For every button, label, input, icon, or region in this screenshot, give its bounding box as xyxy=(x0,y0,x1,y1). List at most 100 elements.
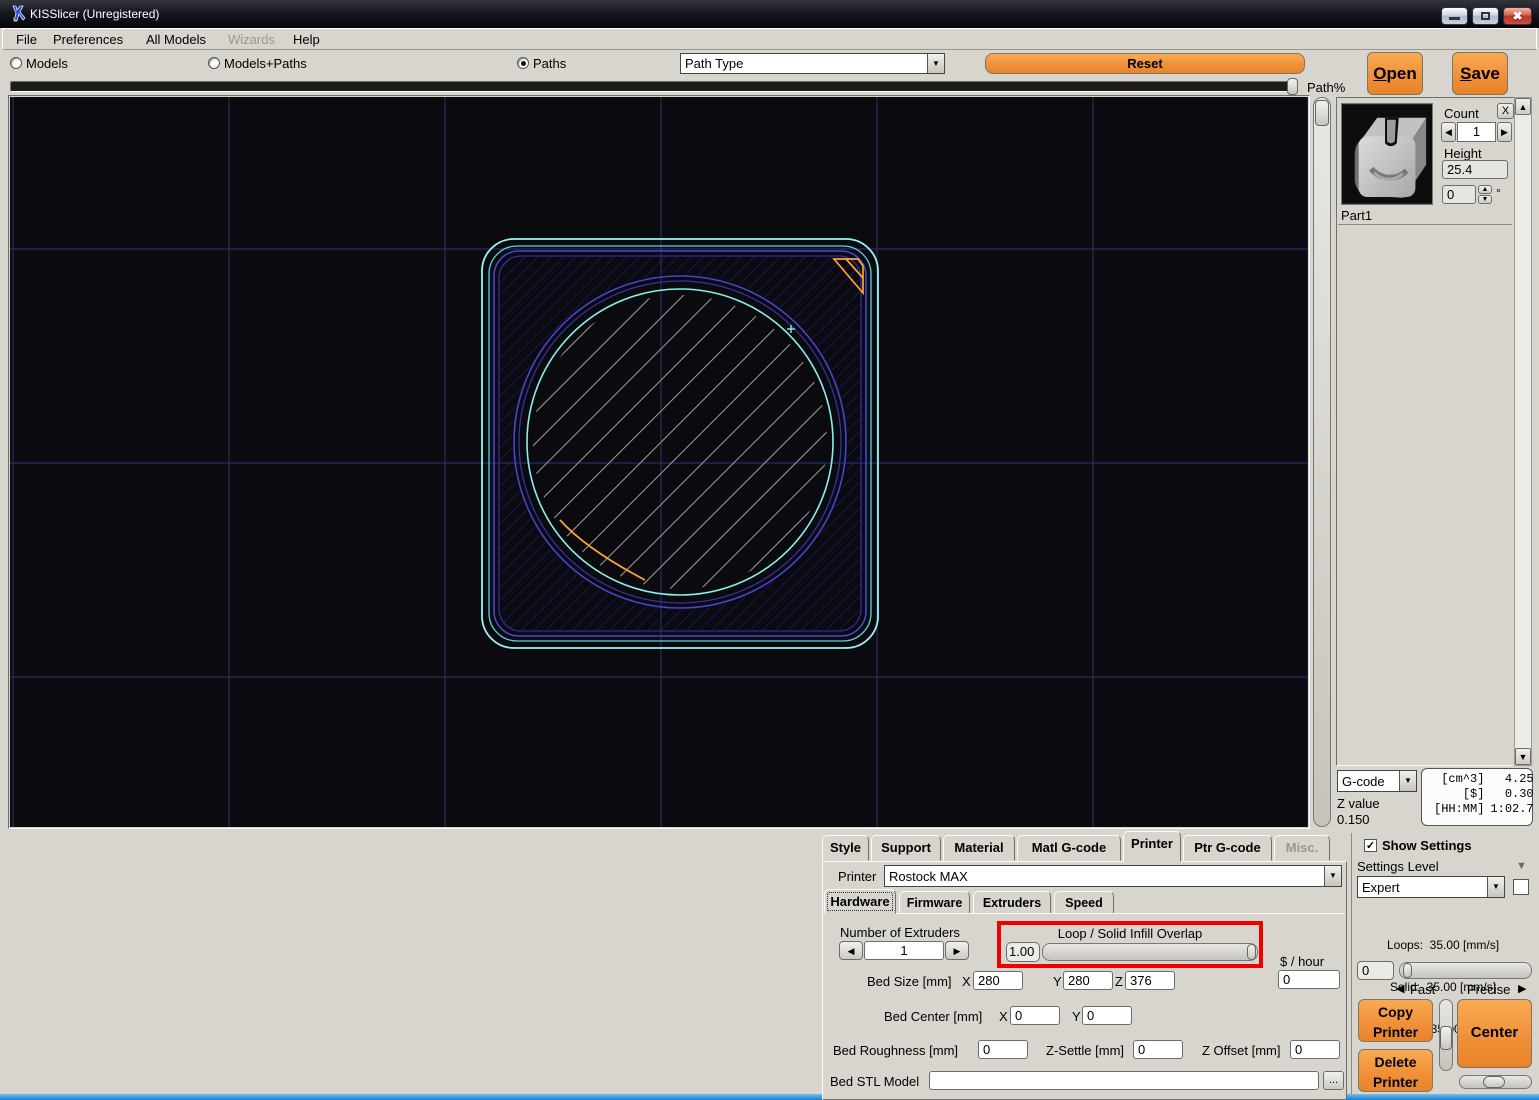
menu-file[interactable]: File xyxy=(16,32,37,47)
bed-size-z-field[interactable]: 376 xyxy=(1125,971,1175,990)
part-thumbnail[interactable] xyxy=(1341,103,1433,205)
height-field[interactable]: 25.4 xyxy=(1442,160,1508,179)
radio-models-paths-label[interactable]: Models+Paths xyxy=(224,56,307,71)
precise-label: Precise xyxy=(1467,982,1511,997)
tab-matl-gcode[interactable]: Matl G-code xyxy=(1017,835,1121,861)
printer-select-label: Printer xyxy=(838,869,877,884)
z-offset-field[interactable]: 0 xyxy=(1290,1040,1340,1059)
radio-paths-label[interactable]: Paths xyxy=(533,56,566,71)
menu-preferences[interactable]: Preferences xyxy=(53,32,123,47)
radio-paths[interactable] xyxy=(517,57,529,69)
rotation-up-button[interactable]: ▲ xyxy=(1478,185,1492,194)
overlap-slider[interactable] xyxy=(1042,943,1258,961)
radio-models-paths[interactable] xyxy=(208,57,220,69)
show-settings-label[interactable]: Show Settings xyxy=(1382,838,1472,853)
chevron-down-icon[interactable]: ▼ xyxy=(927,54,944,73)
maximize-icon xyxy=(1481,12,1490,20)
tab-misc: Misc. xyxy=(1274,835,1330,861)
open-button[interactable]: Open xyxy=(1367,52,1423,95)
num-extruders-decrement[interactable]: ◀ xyxy=(839,941,863,960)
open-label-rest: pen xyxy=(1386,64,1417,83)
rotation-down-button[interactable]: ▼ xyxy=(1478,195,1492,204)
menu-all-models[interactable]: All Models xyxy=(146,32,206,47)
slice-viewport[interactable] xyxy=(10,97,1308,827)
remove-part-button[interactable]: X xyxy=(1497,103,1514,119)
bed-size-x-field[interactable]: 280 xyxy=(973,971,1023,990)
printer-select[interactable]: Rostock MAX ▼ xyxy=(884,865,1342,887)
scroll-up-icon[interactable]: ▲ xyxy=(1515,98,1531,115)
part-name: Part1 xyxy=(1341,208,1373,223)
minimize-button[interactable] xyxy=(1441,7,1468,25)
z-settle-field[interactable]: 0 xyxy=(1133,1040,1183,1059)
fast-precise-slider[interactable] xyxy=(1399,962,1532,979)
count-field[interactable]: 1 xyxy=(1457,122,1496,142)
rotation-field[interactable]: 0 xyxy=(1442,185,1476,204)
tab-support[interactable]: Support xyxy=(871,835,941,861)
maximize-button[interactable] xyxy=(1472,7,1499,25)
settings-level-value: Expert xyxy=(1362,879,1400,895)
chevron-down-icon[interactable]: ▼ xyxy=(1399,771,1416,791)
stat-time-label: [HH:MM] xyxy=(1434,802,1485,816)
path-percent-slider-thumb[interactable] xyxy=(1287,78,1298,95)
part-list-scrollbar[interactable] xyxy=(1514,97,1532,766)
bed-stl-browse-button[interactable]: ... xyxy=(1323,1071,1344,1090)
count-decrement-button[interactable]: ◀ xyxy=(1441,122,1456,142)
scroll-down-icon[interactable]: ▼ xyxy=(1515,748,1531,765)
dollar-hour-field[interactable]: 0 xyxy=(1278,970,1340,989)
bed-center-y-field[interactable]: 0 xyxy=(1082,1006,1132,1025)
collapse-arrow-icon[interactable]: ▼ xyxy=(1516,861,1527,872)
subtab-firmware[interactable]: Firmware xyxy=(899,891,970,914)
minimize-icon xyxy=(1449,17,1460,20)
subtab-hardware[interactable]: Hardware xyxy=(824,889,896,914)
subtab-extruders[interactable]: Extruders xyxy=(973,891,1051,914)
bed-stl-label: Bed STL Model xyxy=(830,1074,920,1089)
tab-material[interactable]: Material xyxy=(943,835,1015,861)
stat-cost-value: 0.30 xyxy=(1504,787,1534,801)
num-extruders-field[interactable]: 1 xyxy=(864,941,944,960)
speed-loops: Loops: 35.00 [mm/s] xyxy=(1386,938,1500,952)
show-settings-checkbox[interactable]: ✓ xyxy=(1364,839,1377,852)
tab-style[interactable]: Style xyxy=(822,835,869,861)
bed-roughness-field[interactable]: 0 xyxy=(978,1040,1028,1059)
center-button[interactable]: Center xyxy=(1457,999,1532,1068)
path-percent-slider[interactable] xyxy=(10,81,1296,92)
title-bar: KISSlicer (Unregistered) ✖ xyxy=(0,0,1539,28)
printer-list-slider-thumb[interactable] xyxy=(1440,1026,1452,1050)
delete-printer-button[interactable]: Delete Printer xyxy=(1358,1049,1433,1092)
reset-button[interactable]: Reset xyxy=(985,53,1305,74)
chevron-down-icon[interactable]: ▼ xyxy=(1324,866,1341,886)
bed-center-x-field[interactable]: 0 xyxy=(1010,1006,1060,1025)
bed-size-y-field[interactable]: 280 xyxy=(1063,971,1113,990)
chevron-down-icon[interactable]: ▼ xyxy=(1487,877,1504,897)
settings-lock-checkbox[interactable] xyxy=(1513,879,1529,895)
close-icon: ✖ xyxy=(1512,9,1523,23)
radio-models-label[interactable]: Models xyxy=(26,56,68,71)
settings-level-select[interactable]: Expert ▼ xyxy=(1357,876,1505,898)
num-extruders-increment[interactable]: ▶ xyxy=(945,941,969,960)
fast-precise-slider-thumb[interactable] xyxy=(1403,963,1412,978)
part-list-item[interactable]: Part1 Count ◀ 1 ▶ Height 25.4 0 ▲ ▼ ° xyxy=(1338,99,1512,225)
center-slider-thumb[interactable] xyxy=(1483,1076,1505,1088)
subtab-speed[interactable]: Speed xyxy=(1054,891,1114,914)
copy-printer-button[interactable]: Copy Printer xyxy=(1358,999,1433,1042)
quality-value-field[interactable]: 0 xyxy=(1357,961,1394,980)
printer-tab-content: Printer Rostock MAX ▼ Hardware Firmware … xyxy=(822,861,1347,1100)
menu-help[interactable]: Help xyxy=(293,32,320,47)
save-button[interactable]: Save xyxy=(1452,52,1508,95)
count-increment-button[interactable]: ▶ xyxy=(1497,122,1512,142)
gcode-select[interactable]: G-code ▼ xyxy=(1337,770,1417,792)
overlap-slider-thumb[interactable] xyxy=(1247,944,1256,960)
z-value-slider[interactable] xyxy=(1313,97,1331,827)
path-percent-label: Path% xyxy=(1307,80,1346,95)
close-button[interactable]: ✖ xyxy=(1503,7,1532,25)
save-label-first: S xyxy=(1460,64,1472,83)
num-extruders-label: Number of Extruders xyxy=(840,925,960,940)
path-type-select[interactable]: Path Type ▼ xyxy=(680,53,945,74)
bed-stl-field[interactable] xyxy=(929,1071,1319,1090)
z-value-slider-thumb[interactable] xyxy=(1315,100,1329,126)
radio-models[interactable] xyxy=(10,57,22,69)
fast-label: Fast xyxy=(1410,982,1436,997)
tab-ptr-gcode[interactable]: Ptr G-code xyxy=(1183,835,1272,861)
tab-printer[interactable]: Printer xyxy=(1123,831,1181,862)
stat-cost-label: [$] xyxy=(1462,787,1485,801)
